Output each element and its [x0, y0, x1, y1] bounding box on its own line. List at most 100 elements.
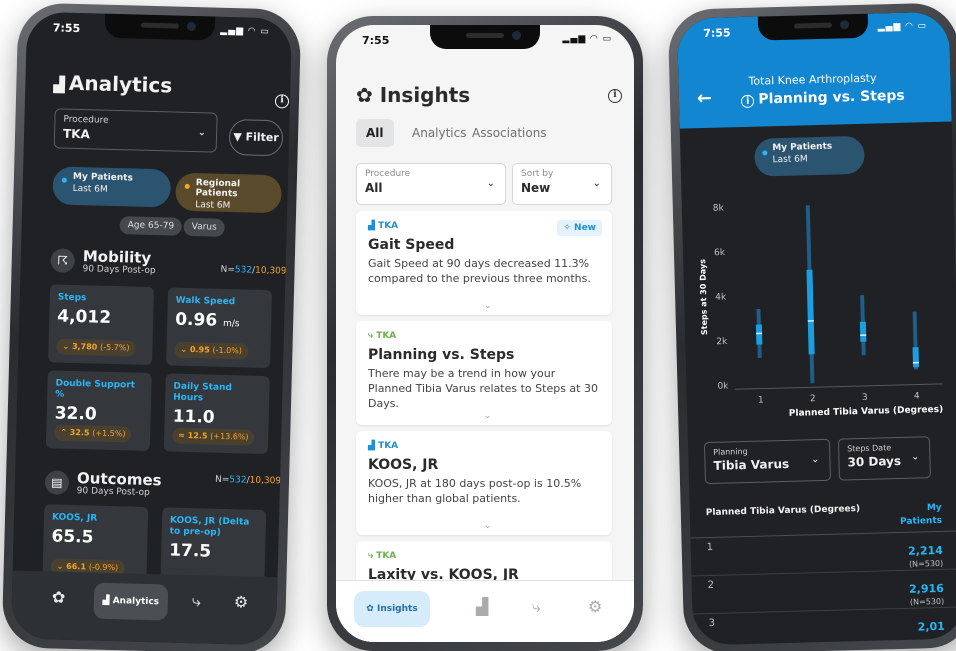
- chevron-down-icon[interactable]: ⌄: [484, 411, 492, 421]
- page-title: ▟ Analytics: [53, 70, 172, 98]
- metric-value: 0.96 m/s: [174, 309, 240, 331]
- y-tick-label: 4k: [715, 292, 727, 302]
- y-tick-label: 0k: [717, 381, 729, 391]
- metric-label: Double Support %: [55, 378, 136, 400]
- insight-title: Planning vs. Steps: [368, 347, 515, 363]
- info-icon[interactable]: i: [740, 94, 755, 109]
- metric-card-walk-speed[interactable]: Walk Speed 0.96 m/s ⌄ 0.95 (-1.0%): [166, 287, 273, 369]
- row-n: (N=530): [909, 596, 945, 607]
- insight-card[interactable]: ▟ TKA KOOS, JR KOOS, JR at 180 days post…: [356, 431, 612, 535]
- back-arrow-icon[interactable]: ←: [697, 88, 713, 109]
- walking-icon: ☈: [50, 248, 76, 273]
- cohort-chip-my-patients[interactable]: My Patients Last 6M: [754, 135, 865, 177]
- status-icons: ▂▄▆ ◠ ▭: [877, 21, 928, 33]
- column-header-varus: Planned Tibia Varus (Degrees): [705, 504, 861, 519]
- metric-value: 4,012: [57, 306, 112, 328]
- row-value: 2,01: [917, 619, 946, 634]
- metric-value: 65.5: [51, 526, 94, 548]
- filter-tag-varus[interactable]: Varus: [183, 217, 225, 237]
- filter-icon: ▼: [233, 130, 242, 144]
- chevron-down-icon: ⌄: [197, 127, 207, 139]
- sort-select[interactable]: Sort by New ⌄: [512, 163, 612, 205]
- notch: [757, 13, 869, 41]
- mobility-subtitle: 90 Days Post-op: [82, 264, 156, 277]
- row-key: 1: [706, 541, 714, 554]
- insight-tag: ⤷ TKA: [368, 331, 397, 341]
- insight-body: There may be a trend in how your Planned…: [368, 367, 598, 410]
- chart-icon[interactable]: ▟: [476, 597, 488, 616]
- filter-button[interactable]: ▼ Filter: [228, 118, 284, 157]
- gear-icon[interactable]: ⚙: [234, 592, 249, 611]
- brain-icon: ✿: [366, 604, 377, 614]
- insights-screen: 7:55 ▂▄▆ ◠ ▭ ✿ Insights i All Analytics …: [336, 25, 634, 642]
- metric-value: 11.0: [172, 406, 215, 428]
- x-tick-label: 4: [914, 391, 920, 401]
- metric-value: 17.5: [168, 540, 212, 562]
- sort-value: New: [521, 181, 551, 195]
- filter-tag-age[interactable]: Age 65-79: [119, 216, 183, 236]
- status-time: 7:55: [703, 26, 731, 40]
- planning-screen: ← Total Knee Arthroplasty i Planning vs. …: [676, 11, 956, 646]
- planning-select[interactable]: Planning Tibia Varus ⌄: [703, 438, 831, 485]
- analytics-screen: 7:55 ▂▄▆ ◠ ▭ ▟ Analytics i Procedure TKA …: [10, 11, 293, 646]
- box-iqr: [806, 269, 815, 355]
- tab-associations[interactable]: Associations: [462, 119, 557, 147]
- document-icon: ▤: [44, 470, 70, 495]
- steps-date-select[interactable]: Steps Date 30 Days ⌄: [837, 436, 931, 481]
- metric-card-steps[interactable]: Steps 4,012 ⌄ 3,780 (-5.7%): [48, 284, 155, 366]
- bottom-nav: ✿ ▟ Analytics ⤷ ⚙: [10, 570, 278, 646]
- page-title-text: Insights: [379, 83, 471, 107]
- chevron-down-icon: ⌄: [592, 178, 601, 189]
- planning-icon[interactable]: ⤷: [192, 591, 201, 611]
- insight-tag: ▟ TKA: [368, 441, 399, 451]
- chevron-down-icon: ⌄: [910, 451, 920, 463]
- header-subtitle: Total Knee Arthroplasty: [748, 71, 877, 88]
- brain-icon[interactable]: ✿: [52, 587, 66, 606]
- chart-icon: ▟: [368, 221, 379, 231]
- chevron-down-icon: ⌄: [486, 178, 495, 189]
- insight-card[interactable]: ▟ TKA ✧ New Gait Speed Gait Speed at 90 …: [356, 211, 612, 315]
- chevron-down-icon[interactable]: ⌄: [484, 521, 492, 531]
- cohort-period: Last 6M: [195, 200, 231, 212]
- nav-insights-active[interactable]: ✿ Insights: [354, 591, 430, 627]
- filter-label: Filter: [245, 130, 279, 145]
- metric-label: KOOS, JR: [51, 512, 98, 524]
- metric-delta: ≈ 12.5 (+13.6%): [171, 427, 255, 446]
- row-value: 2,214: [907, 543, 944, 558]
- box-iqr: [912, 347, 920, 368]
- outcomes-n-count: N=532/10,309: [215, 475, 281, 487]
- cohort-chip-regional-patients[interactable]: Regional Patients Last 6M: [175, 172, 283, 214]
- info-icon[interactable]: i: [608, 89, 622, 103]
- gear-icon[interactable]: ⚙: [588, 597, 602, 616]
- cohort-period: Last 6M: [72, 183, 108, 195]
- metric-card-daily-stand-hours[interactable]: Daily Stand Hours 11.0 ≈ 12.5 (+13.6%): [163, 373, 270, 455]
- info-icon[interactable]: i: [274, 94, 290, 109]
- box-iqr: [859, 321, 867, 342]
- notch: [430, 25, 540, 49]
- nav-analytics-active[interactable]: ▟ Analytics: [93, 582, 169, 621]
- row-value: 2,916: [908, 581, 945, 596]
- chevron-down-icon[interactable]: ⌄: [484, 301, 492, 311]
- arrow-down-icon: ⌄: [180, 344, 188, 354]
- metric-value: 32.0: [54, 403, 97, 425]
- bottom-nav: ✿ Insights ▟ ⤷ ⚙: [336, 580, 634, 642]
- cohort-chip-my-patients[interactable]: My Patients Last 6M: [52, 166, 172, 208]
- planning-icon[interactable]: ⤷: [532, 597, 541, 617]
- metric-delta: ⌃ 32.5 (+1.5%): [54, 424, 132, 443]
- procedure-select[interactable]: Procedure All ⌄: [356, 163, 506, 205]
- notch: [104, 13, 215, 41]
- cohort-name: My Patients: [72, 171, 134, 184]
- procedure-value: All: [365, 181, 383, 195]
- n-prefix: N=: [220, 264, 235, 276]
- status-icons: ▂▄▆ ◠ ▭: [220, 25, 270, 37]
- insight-card[interactable]: ⤷ TKA Planning vs. Steps There may be a …: [356, 321, 612, 425]
- procedure-select[interactable]: Procedure TKA ⌄: [53, 108, 218, 153]
- metric-label: Steps: [57, 292, 87, 304]
- tab-all[interactable]: All: [356, 119, 394, 147]
- sort-label: Sort by: [521, 169, 554, 179]
- metric-card-double-support[interactable]: Double Support % 32.0 ⌃ 32.5 (+1.5%): [45, 370, 152, 451]
- row-key: 2: [707, 579, 715, 592]
- insights-phone: 7:55 ▂▄▆ ◠ ▭ ✿ Insights i All Analytics …: [327, 16, 643, 651]
- outcomes-subtitle: 90 Days Post-op: [76, 486, 150, 499]
- procedure-value: TKA: [62, 126, 91, 142]
